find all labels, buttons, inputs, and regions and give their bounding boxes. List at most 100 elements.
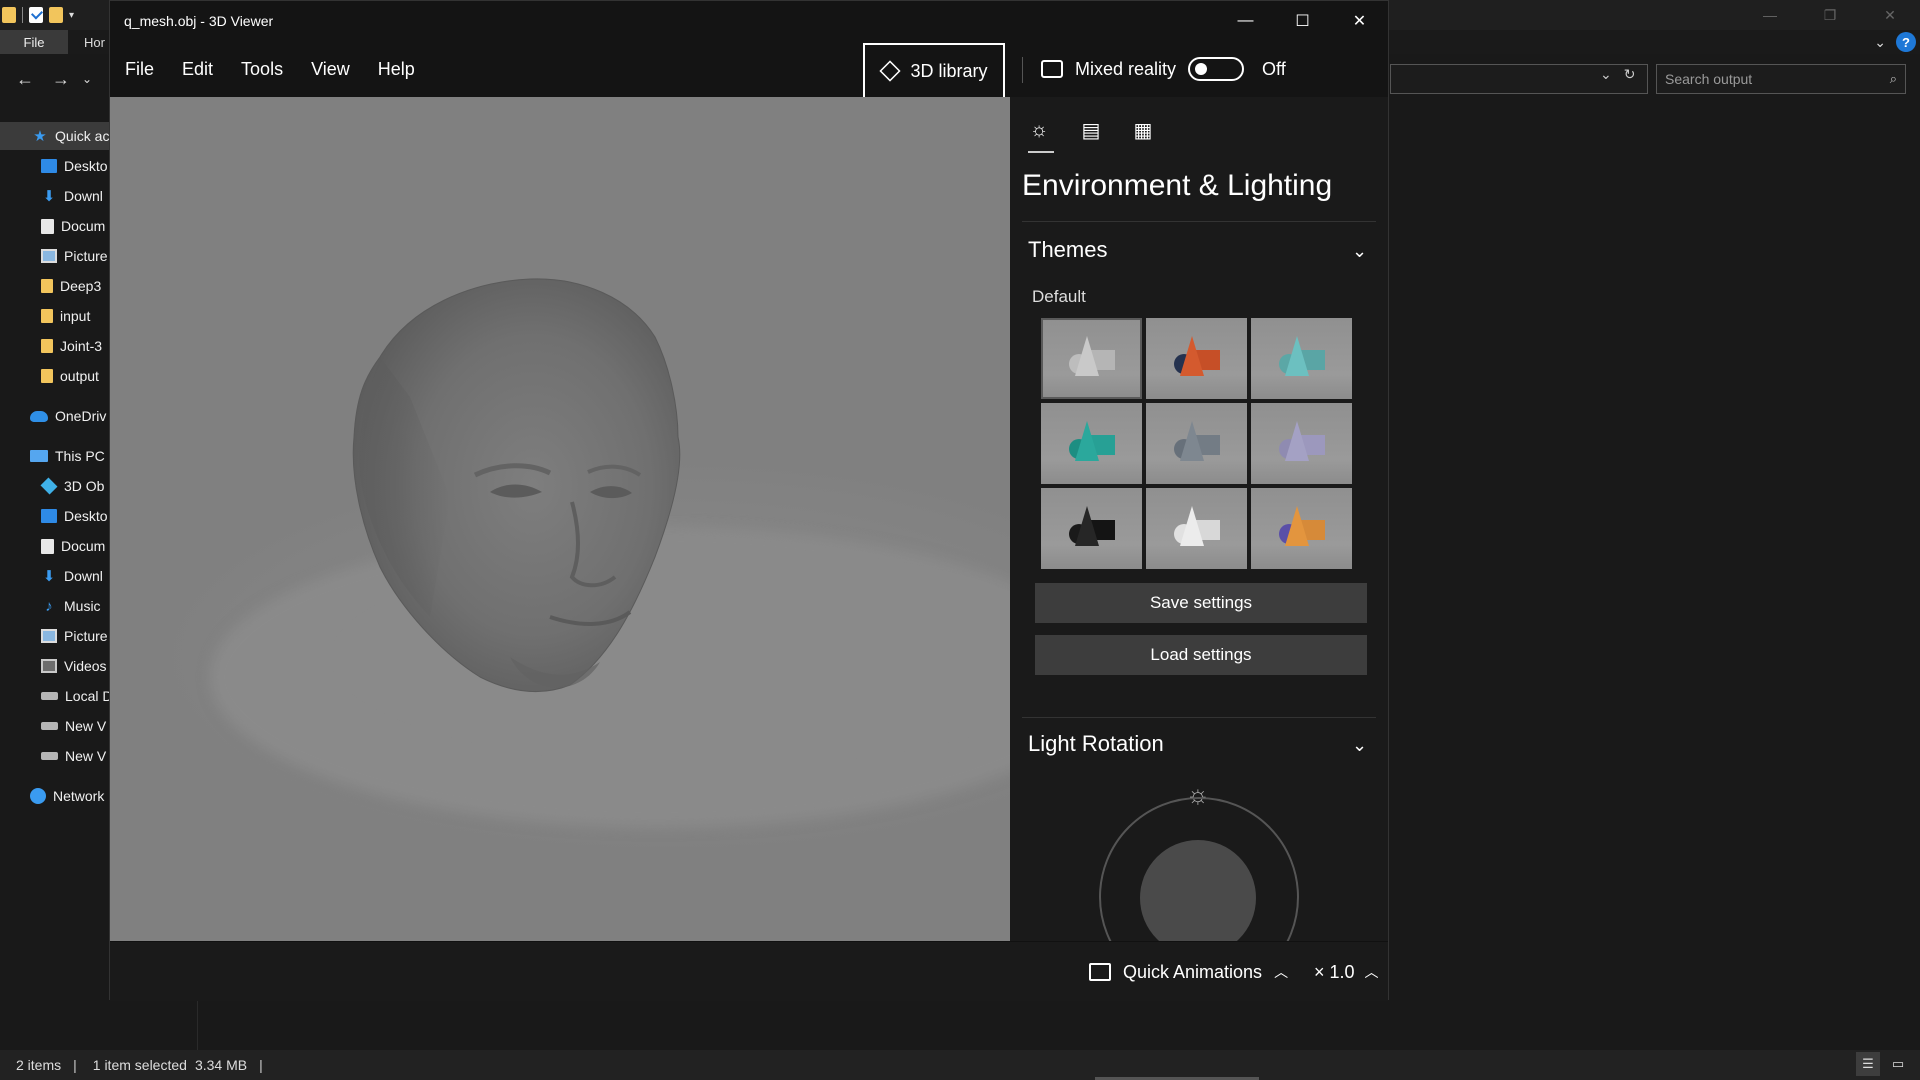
theme-thumbnail-white[interactable] [1146,488,1247,569]
light-rotation-section-title[interactable]: Light Rotation [1028,731,1164,757]
help-icon[interactable]: ? [1896,32,1916,52]
chevron-up-icon[interactable]: ︿ [1365,962,1379,982]
sidebar-item-label: Deep3 [60,278,102,294]
quick-animations-control[interactable]: Quick Animations ︿ [1089,942,1288,1002]
status-separator: | [259,1057,263,1073]
search-input[interactable] [1665,71,1890,87]
themes-section-title[interactable]: Themes [1028,237,1107,263]
3d-library-button[interactable]: 3D library [863,43,1005,99]
back-icon[interactable]: ← [16,69,34,90]
theme-thumbnail-teal[interactable] [1251,318,1352,399]
maximize-icon[interactable]: ☐ [1274,1,1331,41]
sidebar-item-downloads-pc[interactable]: ⬇ Downl [0,562,103,590]
sidebar-item-deep3[interactable]: Deep3 [0,272,101,300]
sidebar-item-label: Quick ac [55,128,110,144]
new-folder-icon[interactable] [49,7,63,23]
sidebar-item-joint-3[interactable]: Joint-3 [0,332,102,360]
forward-icon[interactable]: → [52,69,70,90]
address-dropdown-icon[interactable]: ⌄ [1600,66,1612,83]
sidebar-item-quick-access[interactable]: ★ Quick ac [0,122,110,150]
sidebar-item-this-pc[interactable]: This PC [0,442,105,470]
sidebar-item-desktop-pc[interactable]: Deskto [0,502,108,530]
sidebar-item-label: Docum [61,218,106,234]
sidebar-item-videos[interactable]: Videos [0,652,107,680]
chevron-up-icon[interactable]: ︿ [1274,962,1288,982]
sidebar-item-new-volume-1[interactable]: New V [0,712,106,740]
drive-icon [41,752,58,760]
minimize-icon[interactable]: — [1217,1,1274,41]
expand-ribbon-icon[interactable]: ⌄ [1874,34,1886,51]
sidebar-item-new-volume-2[interactable]: New V [0,742,106,770]
address-bar-controls: ⌄ ↻ [1600,66,1635,83]
refresh-icon[interactable]: ↻ [1624,66,1636,83]
customize-toolbar-icon[interactable]: ▾ [69,10,74,21]
sidebar-item-onedrive[interactable]: OneDriv [0,402,106,430]
properties-icon[interactable] [29,7,43,23]
themes-subtitle: Default [1032,287,1086,306]
face-mesh-model[interactable] [110,97,1010,941]
theme-thumbnail-orange-navy[interactable] [1146,318,1247,399]
speed-control[interactable]: × 1.0 ︿ [1314,942,1379,1002]
menu-help[interactable]: Help [378,59,415,80]
theme-thumbnail-emerald[interactable] [1041,403,1142,484]
sidebar-item-label: Downl [64,568,103,584]
large-icons-view-icon[interactable]: ▭ [1886,1052,1910,1076]
folder-icon [2,7,16,23]
chevron-down-icon[interactable]: ⌄ [1352,241,1367,262]
mixed-reality-control: Mixed reality Off [1041,41,1286,97]
viewer-bottom-bar: Quick Animations ︿ × 1.0 ︿ [110,941,1388,1001]
stats-tab-icon[interactable]: ▤ [1076,115,1106,145]
sidebar-item-output[interactable]: output [0,362,99,390]
menu-file[interactable]: File [125,59,154,80]
menu-view[interactable]: View [311,59,350,80]
3d-viewport[interactable] [110,97,1010,941]
theme-thumbnail-black[interactable] [1041,488,1142,569]
save-settings-button[interactable]: Save settings [1035,583,1367,623]
sidebar-item-pictures[interactable]: Picture [0,242,108,270]
lighting-tab-icon[interactable]: ☼ [1024,115,1054,153]
recent-locations-icon[interactable]: ⌄ [82,72,92,86]
sidebar-item-documents[interactable]: Docum [0,212,105,240]
load-settings-button[interactable]: Load settings [1035,635,1367,675]
restore-icon[interactable]: ❐ [1800,0,1860,30]
folder-icon [41,339,53,353]
menu-tools[interactable]: Tools [241,59,283,80]
sidebar-item-label: Videos [64,658,107,674]
pictures-icon [41,629,57,643]
theme-thumbnail-slate[interactable] [1146,403,1247,484]
details-view-icon[interactable]: ☰ [1856,1052,1880,1076]
sidebar-item-pictures-pc[interactable]: Picture [0,622,108,650]
sidebar-item-label: New V [65,748,107,764]
sidebar-item-3d-objects[interactable]: 3D Ob [0,472,104,500]
view-mode-controls: ☰ ▭ [1856,1052,1910,1076]
grid-tab-icon[interactable]: ▦ [1128,115,1158,145]
home-tab[interactable]: Hor [84,30,105,54]
chevron-down-icon[interactable]: ⌄ [1352,735,1367,756]
sidebar-item-label: Downl [64,188,103,204]
close-icon[interactable]: ✕ [1331,1,1388,41]
sidebar-item-music[interactable]: ♪ Music [0,592,100,620]
minimize-icon[interactable]: — [1740,0,1800,30]
folder-icon [41,369,53,383]
sidebar-item-desktop[interactable]: Deskto [0,152,108,180]
download-icon: ⬇ [42,568,56,585]
theme-thumbnail-default[interactable] [1041,318,1142,399]
mixed-reality-toggle[interactable] [1188,57,1245,81]
sidebar-item-input[interactable]: input [0,302,90,330]
search-box[interactable]: ⌕ [1656,64,1906,94]
speed-label: × 1.0 [1314,961,1355,982]
menu-edit[interactable]: Edit [182,59,213,80]
sidebar-item-downloads[interactable]: ⬇ Downl [0,182,103,210]
desktop-icon [41,509,57,523]
main-menu: File Edit Tools View Help [110,41,428,97]
file-tab[interactable]: File [0,30,68,54]
close-icon[interactable]: ✕ [1860,0,1920,30]
theme-thumbnail-lavender[interactable] [1251,403,1352,484]
theme-cone-shape [1180,421,1204,461]
search-icon: ⌕ [1889,71,1897,86]
sidebar-item-local-disk[interactable]: Local D [0,682,110,710]
sidebar-item-network[interactable]: Network [0,782,104,810]
theme-thumbnail-sunset[interactable] [1251,488,1352,569]
explorer-window-controls: — ❐ ✕ [1740,0,1920,30]
sidebar-item-documents-pc[interactable]: Docum [0,532,105,560]
